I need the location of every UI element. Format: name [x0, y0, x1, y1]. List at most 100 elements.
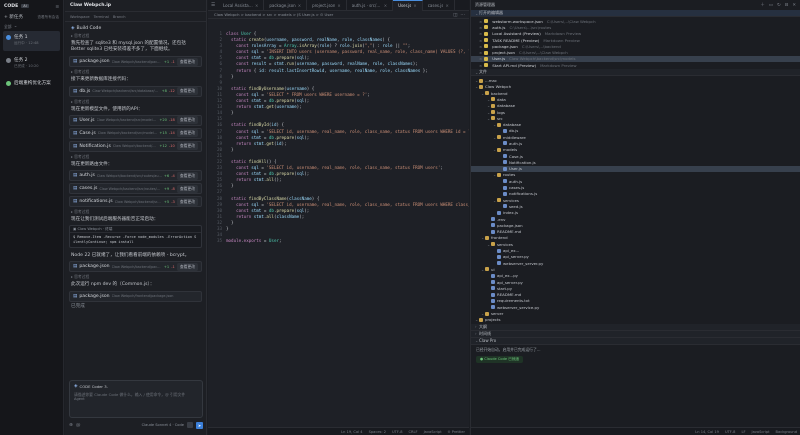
folder-item[interactable]: ⌄ projects — [471, 317, 800, 323]
reasoning-toggle[interactable]: ▸ 思考过程 — [71, 33, 200, 39]
session-item[interactable]: 后端重构优化方案 — [3, 77, 60, 97]
editor-status-item[interactable]: ⊙ Prettier — [448, 430, 465, 434]
editor-tab[interactable]: User.js × — [393, 0, 423, 11]
file-icon: ▤ — [73, 199, 78, 205]
status-item[interactable]: Ln 14, Col 19 — [695, 430, 719, 434]
chat-strip-item-1[interactable]: Workspace — [70, 15, 90, 19]
editor-tab[interactable]: package.json × — [264, 0, 308, 11]
lines-added: +12 — [159, 144, 167, 149]
view-changes-button[interactable]: 查看更改 — [176, 171, 198, 180]
editor-tab[interactable]: auth.js · src/routes× — [347, 0, 394, 11]
file-change-card[interactable]: ▤ auth.js Claw Webpch/backend/src/routes/a… — [69, 170, 202, 182]
session-title: 后端重构优化方案 — [14, 81, 51, 86]
thought-4[interactable]: ▸ 思考过程 — [71, 209, 200, 215]
editor-status-item[interactable]: CRLF — [409, 430, 418, 434]
view-changes-button[interactable]: 查看更改 — [176, 262, 198, 271]
view-changes-button[interactable]: 查看更改 — [176, 184, 198, 193]
file-change-card[interactable]: ▤User.jsClaw Webpch/backend/src/models/U… — [69, 114, 202, 126]
view-changes-button[interactable]: 查看更改 — [176, 57, 198, 66]
chat-strip-item-3[interactable]: Branch — [113, 15, 126, 19]
close-editor-icon[interactable]: × — [479, 50, 482, 55]
editor-tab[interactable]: project.json × — [307, 0, 347, 11]
editor-tab[interactable]: cases.js × — [423, 0, 455, 11]
view-changes-button[interactable]: 查看更改 — [176, 129, 198, 138]
thought-5[interactable]: ▸ 思考过程 — [71, 274, 200, 280]
close-editor-icon[interactable]: × — [479, 63, 482, 68]
status-item[interactable]: UTF-8 — [725, 430, 735, 434]
editor-status-item[interactable]: Spaces: 2 — [369, 430, 386, 434]
new-task-button[interactable]: + 新任务 — [4, 14, 23, 20]
file-change-card[interactable]: ▤package.jsonClaw Webpch/backend/package… — [69, 261, 202, 273]
close-editor-icon[interactable]: × — [479, 56, 482, 61]
editor-tab[interactable]: Local Assistant preview× — [218, 0, 265, 11]
file-change-card[interactable]: ▤ package.json Claw Webpch/frontend/packag… — [69, 290, 202, 302]
explorer-toggle-icon[interactable]: ☰ — [208, 3, 218, 8]
view-changes-button[interactable]: 查看更改 — [176, 87, 198, 96]
close-tab-icon[interactable]: × — [445, 3, 448, 8]
refresh-icon[interactable]: ↻ — [777, 3, 781, 8]
done-label: 已完成 — [71, 303, 85, 309]
open-editor-name: auth.js — [492, 24, 506, 30]
send-button[interactable]: ➤ — [196, 421, 203, 429]
close-tab-icon[interactable]: × — [255, 3, 258, 8]
editor-status-item[interactable]: JavaScript — [424, 430, 442, 434]
thought-1[interactable]: ▸ 思考过程 — [71, 69, 200, 75]
editor-status-item[interactable]: UTF-8 — [392, 430, 402, 434]
breadcrumb[interactable]: Claw Webpch > backend > src > models > J… — [214, 12, 333, 17]
attach-icon[interactable]: ⊕ — [69, 423, 73, 428]
all-sessions-link[interactable]: 查看所有会话 — [37, 15, 59, 20]
input-mode-tag[interactable]: Agent — [74, 397, 85, 401]
code-lines[interactable]: 1 class User {2 static create(username, p… — [208, 31, 469, 244]
close-panel-icon[interactable]: ✕ — [792, 3, 796, 8]
close-editor-icon[interactable]: × — [479, 38, 482, 43]
session-filter[interactable]: 全部 — [4, 24, 12, 30]
file-change-card[interactable]: ▤ cases.js Claw Webpch/backend/src/routes/… — [69, 183, 202, 195]
more-actions-icon[interactable]: ⋯ — [460, 13, 465, 18]
file-change-card[interactable]: ▤Notification.jsClaw Webpch/backend/src/… — [69, 140, 202, 152]
open-editors-header[interactable]: ⌄ 打开的编辑器 — [471, 10, 800, 17]
thought-3[interactable]: ▸ 思考过程 — [71, 154, 200, 160]
close-tab-icon[interactable]: × — [413, 3, 416, 8]
session-item[interactable]: 任务 1 运行中 · 12:48 — [3, 31, 60, 51]
new-file-icon[interactable]: ＋ — [760, 2, 764, 8]
session-item[interactable]: 任务 2 已完成 · 10:20 — [3, 54, 60, 74]
close-tab-icon[interactable]: × — [384, 3, 387, 8]
file-path: Claw Webpch/backend/src/database/db.js — [92, 89, 160, 94]
status-item[interactable]: Background — [776, 430, 797, 434]
close-editor-icon[interactable]: × — [479, 19, 482, 24]
open-editor-name: Start API.md (Preview) — [492, 62, 537, 68]
thought-2[interactable]: ▸ 思考过程 — [71, 99, 200, 105]
close-editor-icon[interactable]: × — [479, 31, 482, 36]
model-selector[interactable]: Claude Sonnet 4 · Code — [142, 423, 184, 427]
bottom-section-header[interactable]: ⌄ Claw Pro — [471, 337, 800, 345]
close-tab-icon[interactable]: × — [298, 3, 301, 8]
close-tab-icon[interactable]: × — [337, 3, 340, 8]
chat-strip-item-2[interactable]: Terminal — [94, 15, 109, 19]
view-changes-button[interactable]: 查看更改 — [176, 142, 198, 151]
view-changes-button[interactable]: 查看更改 — [176, 197, 198, 206]
chat-input-placeholder[interactable]: 请描述你要 Claude Code 做什么，输入 / 使用命令，@ 引用文件 — [74, 392, 198, 397]
timeline-header[interactable]: › 时间线 — [471, 330, 800, 338]
split-editor-icon[interactable]: ◫ — [453, 13, 457, 18]
chat-input-box[interactable]: ◈ CODE Coder 3. 请描述你要 Claude Code 做什么，输入… — [69, 380, 203, 418]
outline-header[interactable]: › 大纲 — [471, 323, 800, 331]
new-folder-icon[interactable]: ▭ — [769, 3, 773, 8]
status-item[interactable]: JavaScript — [752, 430, 770, 434]
window-menu-icon[interactable]: ☰ — [55, 4, 59, 9]
view-changes-button[interactable]: 查看更改 — [176, 116, 198, 125]
close-editor-icon[interactable]: × — [479, 25, 482, 30]
file-change-card[interactable]: ▤package.jsonClaw Webpch/backend/package… — [69, 56, 202, 68]
file-change-card[interactable]: ▤ notifications.js Claw Webpch/backend/src… — [69, 196, 202, 208]
editor-status-item[interactable]: Ln 19, Col 4 — [341, 430, 362, 434]
status-pill[interactable]: ● Claude Code 已就绪 — [476, 355, 524, 363]
stop-icon[interactable] — [187, 422, 193, 428]
collapse-all-icon[interactable]: ⊟ — [785, 3, 789, 8]
file-change-card[interactable]: ▤Case.jsClaw Webpch/backend/src/models/C… — [69, 127, 202, 139]
status-item[interactable]: LF — [741, 430, 745, 434]
file-change-card[interactable]: ▤ db.js Claw Webpch/backend/src/database/d… — [69, 85, 202, 97]
close-editor-icon[interactable]: × — [479, 44, 482, 49]
open-editor-item[interactable]: × Start API.md (Preview) Markdown Preview — [471, 62, 800, 68]
mention-icon[interactable]: @ — [76, 423, 81, 428]
files-header[interactable]: ⌄ 文件 — [471, 69, 800, 77]
filter-chevron-icon[interactable]: ⌄ — [14, 24, 18, 29]
